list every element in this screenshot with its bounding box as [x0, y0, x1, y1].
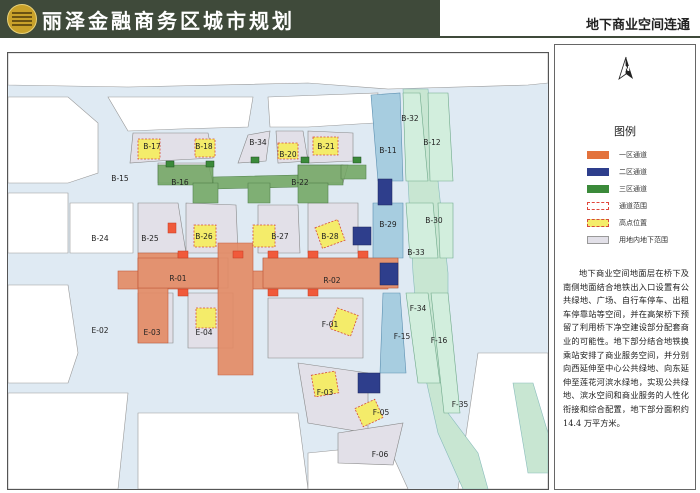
legend-swatch	[587, 219, 609, 227]
parcel-label: E-03	[144, 328, 161, 337]
logo-icon	[7, 4, 37, 34]
parcel-label: B-22	[291, 178, 309, 187]
parcel-label: F-01	[322, 320, 339, 329]
page-subtitle: 地下商业空间连通	[585, 18, 690, 33]
description-text: 地下商业空间地面层在桥下及南侧地面结合地铁出入口设置有公共绿地、广场、自行车停车…	[563, 268, 689, 428]
parcel-label: B-21	[317, 142, 335, 151]
svg-text:N: N	[624, 65, 630, 73]
parcel-label: R-02	[323, 276, 340, 285]
parcel-label: B-16	[171, 178, 189, 187]
planning-map: B-17 B-18 B-34 B-20 B-21 B-15 B-16 B-22 …	[7, 52, 549, 490]
parcel-label: B-25	[141, 234, 159, 243]
header: 丽泽金融商务区城市规划 地下商业空间连通	[0, 0, 700, 42]
legend-item: 用地内地下范围	[587, 234, 697, 246]
parcel-label: F-06	[372, 450, 389, 459]
legend-swatch	[587, 151, 609, 159]
legend-swatch	[587, 202, 609, 210]
parcel-label: B-15	[111, 174, 129, 183]
parcel-label: B-18	[195, 142, 213, 151]
parcel-label: B-28	[321, 232, 339, 241]
parcel-label: F-15	[394, 332, 411, 341]
parcel-label: B-11	[379, 146, 397, 155]
parcel-label: B-34	[249, 138, 267, 147]
legend-item: 三区通道	[587, 183, 697, 195]
legend-item: 通道范围	[587, 200, 697, 212]
parcel-label: B-26	[195, 232, 213, 241]
legend-swatch	[587, 236, 609, 244]
parcel-label: E-04	[196, 328, 213, 337]
page-title: 丽泽金融商务区城市规划	[42, 9, 295, 33]
parcel-label: B-27	[271, 232, 289, 241]
parcel-label: F-35	[452, 400, 469, 409]
legend-item: 高点位置	[587, 217, 697, 229]
parcel-label: R-01	[169, 274, 186, 283]
parcel-label: B-33	[407, 248, 425, 257]
parcel-label: F-03	[317, 388, 334, 397]
header-divider	[0, 36, 700, 38]
parcel-label: B-24	[91, 234, 109, 243]
map-panel: B-17 B-18 B-34 B-20 B-21 B-15 B-16 B-22 …	[7, 52, 549, 490]
legend-panel: N 图例 一区通道 二区通道 三区通道 通道范围 高点位置 用地内地下范围 地下…	[554, 44, 696, 490]
parcel-label: F-34	[410, 304, 427, 313]
parcel-label: B-20	[279, 150, 297, 159]
parcel-label: B-30	[425, 216, 443, 225]
legend-item: 二区通道	[587, 166, 697, 178]
legend-swatch	[587, 168, 609, 176]
parcel-label: E-02	[92, 326, 109, 335]
legend-title: 图例	[614, 125, 636, 138]
legend-item: 一区通道	[587, 149, 697, 161]
parcel-label: B-29	[379, 220, 397, 229]
parcel-label: F-05	[373, 408, 390, 417]
legend-swatch	[587, 185, 609, 193]
parcel-label: B-32	[401, 114, 419, 123]
parcel-label: B-12	[423, 138, 441, 147]
parcel-label: F-16	[431, 336, 448, 345]
parcel-label: B-17	[143, 142, 161, 151]
north-arrow-icon: N	[618, 56, 633, 81]
